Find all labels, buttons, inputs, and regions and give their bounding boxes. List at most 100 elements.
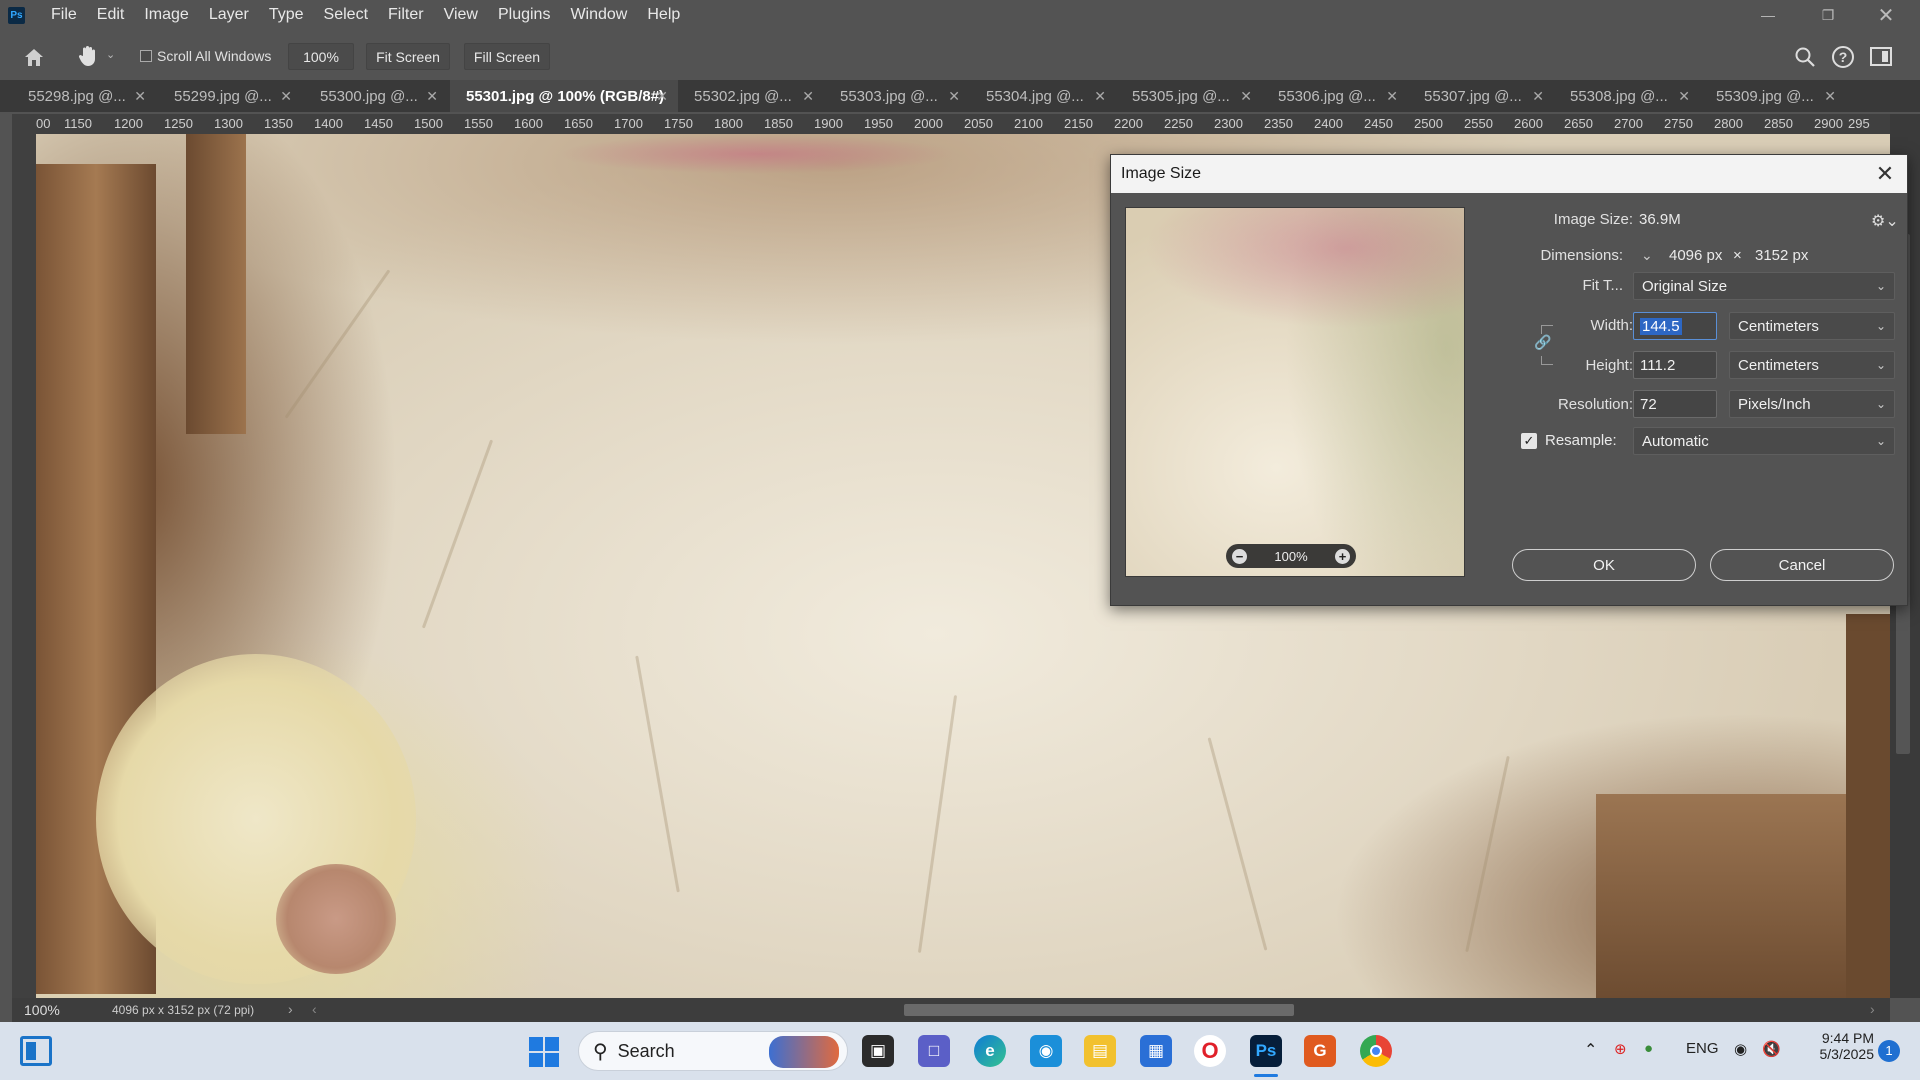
photoshop-taskbar-icon[interactable]: Ps	[1250, 1035, 1282, 1067]
menu-edit[interactable]: Edit	[87, 6, 135, 24]
fit-screen-button[interactable]: Fit Screen	[366, 43, 450, 70]
home-icon[interactable]	[22, 46, 46, 68]
tab-55300[interactable]: 55300.jpg @... ✕	[304, 80, 448, 112]
tab-55305[interactable]: 55305.jpg @... ✕	[1116, 80, 1262, 112]
zoom-level[interactable]: 100%	[24, 1002, 60, 1018]
show-hidden-icons-chevron-up-icon[interactable]: ⌃	[1584, 1040, 1597, 1060]
workspace-icon[interactable]	[1870, 47, 1892, 66]
camera-app-icon[interactable]: ◉	[1030, 1035, 1062, 1067]
zoom-out-icon[interactable]: −	[1232, 548, 1247, 564]
edge-browser-icon[interactable]: e	[974, 1035, 1006, 1067]
tab-55302[interactable]: 55302.jpg @... ✕	[678, 80, 824, 112]
widgets-icon[interactable]	[20, 1036, 52, 1066]
restore-icon[interactable]: ❐	[1800, 0, 1856, 30]
hand-tool-icon[interactable]	[76, 44, 100, 68]
clock[interactable]: 9:44 PM 5/3/2025	[1800, 1030, 1875, 1062]
close-icon[interactable]: ✕	[948, 88, 960, 105]
height-unit-select[interactable]: Centimeters ⌄	[1729, 351, 1895, 379]
windows-start-icon[interactable]	[528, 1036, 560, 1068]
teams-chat-icon[interactable]: □	[918, 1035, 950, 1067]
menu-plugins[interactable]: Plugins	[488, 6, 560, 24]
close-icon[interactable]: ✕	[1094, 88, 1106, 105]
help-icon[interactable]: ?	[1832, 46, 1854, 68]
tab-55304[interactable]: 55304.jpg @... ✕	[970, 80, 1116, 112]
tab-55298[interactable]: 55298.jpg @... ✕	[12, 80, 156, 112]
menu-select[interactable]: Select	[314, 6, 378, 24]
notification-badge[interactable]: 1	[1878, 1040, 1900, 1062]
tab-55299[interactable]: 55299.jpg @... ✕	[158, 80, 302, 112]
cancel-button[interactable]: Cancel	[1710, 549, 1894, 581]
tab-55303[interactable]: 55303.jpg @... ✕	[824, 80, 970, 112]
close-icon[interactable]: ✕	[1824, 88, 1836, 105]
zoom-in-icon[interactable]: +	[1335, 548, 1350, 564]
search-highlight-image	[769, 1036, 839, 1068]
menu-image[interactable]: Image	[134, 6, 198, 24]
resample-checkbox[interactable]: ✓	[1521, 433, 1537, 449]
menu-view[interactable]: View	[434, 6, 488, 24]
volume-muted-icon[interactable]: 🔇	[1762, 1040, 1781, 1058]
dimensions-units-chevron-down-icon[interactable]: ⌄	[1641, 247, 1653, 264]
ruler-tick: 2500	[1414, 116, 1443, 131]
document-tab-bar: 55298.jpg @... ✕ 55299.jpg @... ✕ 55300.jp…	[0, 80, 1920, 112]
close-icon[interactable]: ✕	[1873, 161, 1897, 186]
chevron-right-icon[interactable]: ›	[288, 1001, 293, 1017]
resolution-input[interactable]: 72	[1633, 390, 1717, 418]
language-indicator[interactable]: ENG	[1686, 1040, 1719, 1057]
chevron-down-icon: ⌄	[1875, 319, 1886, 333]
microsoft-store-icon[interactable]: ▦	[1140, 1035, 1172, 1067]
vpn-tray-icon[interactable]: ⊕	[1614, 1040, 1627, 1058]
task-view-icon[interactable]: ▣	[862, 1035, 894, 1067]
settings-gear-icon[interactable]: ⚙⌄	[1871, 211, 1899, 230]
menu-file[interactable]: File	[41, 6, 87, 24]
close-icon[interactable]: ✕	[1532, 88, 1544, 105]
minimize-icon[interactable]: —	[1740, 0, 1796, 30]
search-icon[interactable]	[1794, 46, 1816, 68]
tab-55307[interactable]: 55307.jpg @... ✕	[1408, 80, 1554, 112]
image-preview[interactable]: − 100% +	[1125, 207, 1465, 577]
menu-layer[interactable]: Layer	[199, 6, 259, 24]
fit-to-select[interactable]: Original Size ⌄	[1633, 272, 1895, 300]
close-icon[interactable]: ✕	[656, 88, 668, 105]
close-icon[interactable]: ✕	[1678, 88, 1690, 105]
resample-select[interactable]: Automatic ⌄	[1633, 427, 1895, 455]
close-icon[interactable]: ✕	[1240, 88, 1252, 105]
chevron-down-icon: ⌄	[1875, 397, 1886, 411]
close-window-icon[interactable]: ✕	[1858, 0, 1914, 30]
tool-preset-chevron-down-icon[interactable]: ⌄	[106, 48, 115, 61]
tab-55308[interactable]: 55308.jpg @... ✕	[1554, 80, 1700, 112]
menu-bar: Ps File Edit Image Layer Type Select Fil…	[0, 0, 1920, 30]
opera-browser-icon[interactable]: O	[1194, 1035, 1226, 1067]
width-input[interactable]: 144.5	[1633, 312, 1717, 340]
close-icon[interactable]: ✕	[802, 88, 814, 105]
network-globe-tray-icon[interactable]: ●	[1644, 1040, 1653, 1057]
menu-window[interactable]: Window	[560, 6, 637, 24]
close-icon[interactable]: ✕	[426, 88, 438, 105]
close-icon[interactable]: ✕	[280, 88, 292, 105]
grammarly-icon[interactable]: G	[1304, 1035, 1336, 1067]
zoom-100-button[interactable]: 100%	[288, 43, 354, 70]
menu-filter[interactable]: Filter	[378, 6, 434, 24]
menu-help[interactable]: Help	[637, 6, 690, 24]
chrome-browser-icon[interactable]	[1360, 1035, 1392, 1067]
taskbar-search-box[interactable]: ⚲ Search	[578, 1031, 848, 1071]
resolution-unit-select[interactable]: Pixels/Inch ⌄	[1729, 390, 1895, 418]
close-icon[interactable]: ✕	[134, 88, 146, 105]
file-explorer-icon[interactable]: ▤	[1084, 1035, 1116, 1067]
dialog-title-bar[interactable]: Image Size	[1111, 155, 1907, 193]
tab-55306[interactable]: 55306.jpg @... ✕	[1262, 80, 1408, 112]
width-unit-select[interactable]: Centimeters ⌄	[1729, 312, 1895, 340]
menu-type[interactable]: Type	[259, 6, 314, 24]
scroll-right-icon[interactable]: ›	[1870, 1001, 1875, 1017]
scroll-all-windows-checkbox[interactable]	[140, 50, 152, 62]
tab-55301-active[interactable]: 55301.jpg @ 100% (RGB/8#) ✕	[450, 80, 678, 112]
tab-55309[interactable]: 55309.jpg @... ✕	[1700, 80, 1846, 112]
close-icon[interactable]: ✕	[1386, 88, 1398, 105]
wifi-icon[interactable]: ◉	[1734, 1040, 1747, 1058]
constrain-proportions-link-icon[interactable]: 🔗	[1534, 334, 1551, 356]
ok-button[interactable]: OK	[1512, 549, 1696, 581]
horizontal-scrollbar-thumb[interactable]	[904, 1004, 1294, 1016]
ruler-tick: 1900	[814, 116, 843, 131]
height-input[interactable]: 111.2	[1633, 351, 1717, 379]
fill-screen-button[interactable]: Fill Screen	[464, 43, 550, 70]
scroll-left-icon[interactable]: ‹	[312, 1001, 317, 1017]
